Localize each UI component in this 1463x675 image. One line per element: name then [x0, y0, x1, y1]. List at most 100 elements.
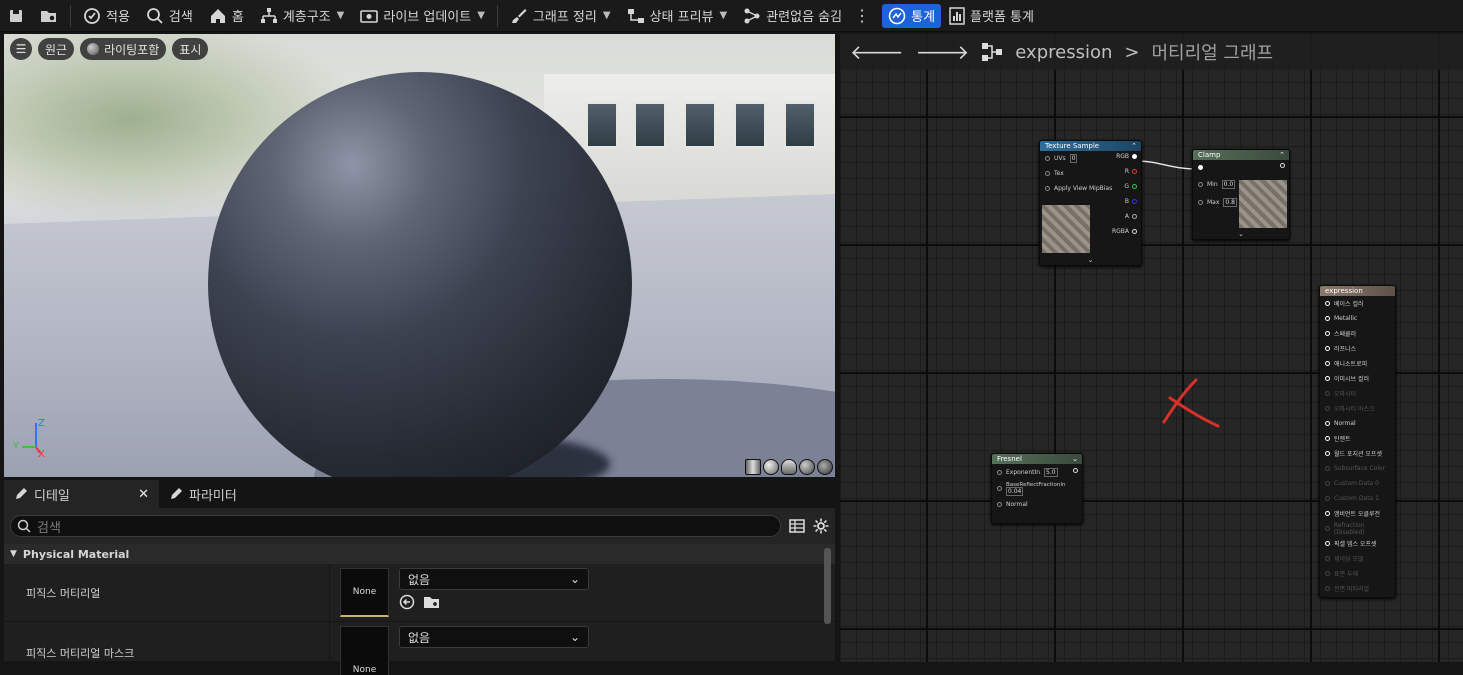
result-input-pin[interactable]: Subsurface Color	[1320, 461, 1395, 476]
output-pin-r[interactable]: R	[1125, 168, 1137, 175]
result-input-pin[interactable]: 오파시티 마스크	[1320, 401, 1395, 416]
plane-shape-icon[interactable]	[781, 459, 797, 475]
result-input-pin[interactable]: 이미시브 컬러	[1320, 371, 1395, 386]
result-input-pin[interactable]: 러프니스	[1320, 341, 1395, 356]
asset-thumbnail[interactable]: None	[340, 568, 389, 617]
node-title: expression	[1320, 286, 1395, 296]
live-update-icon	[360, 9, 379, 23]
lighting-mode-button[interactable]: 라이팅포함	[80, 38, 167, 60]
output-pin-rgba[interactable]: RGBA	[1112, 228, 1137, 235]
result-input-pin[interactable]: 탄젠트	[1320, 431, 1395, 446]
close-icon[interactable]: ✕	[138, 487, 149, 502]
chevron-down-icon[interactable]: ⌄	[1193, 230, 1289, 238]
pin-value[interactable]: 0.0	[1221, 179, 1236, 189]
result-input-pin[interactable]: Metallic	[1320, 311, 1395, 326]
chevron-up-icon[interactable]: ⌃	[1131, 142, 1137, 150]
input-pin[interactable]	[1193, 160, 1289, 175]
pin-label: RGBA	[1111, 228, 1129, 235]
result-input-pin[interactable]: 애니소트로피	[1320, 356, 1395, 371]
output-pin[interactable]	[1280, 163, 1285, 168]
gear-icon[interactable]	[813, 518, 829, 534]
tab-details[interactable]: 디테일 ✕	[4, 480, 159, 508]
pin-socket-icon	[997, 469, 1002, 475]
pin-label: Custom Data 1	[1334, 495, 1379, 502]
cylinder-shape-icon[interactable]	[745, 459, 761, 475]
result-input-pin[interactable]: 전면 머티리얼	[1320, 581, 1395, 596]
output-pin-b[interactable]: B	[1125, 198, 1137, 205]
node-title-label: expression	[1325, 287, 1363, 295]
details-search-input[interactable]: 검색	[10, 515, 781, 537]
sphere-shape-icon[interactable]	[763, 459, 779, 475]
lighting-label: 라이팅포함	[104, 42, 160, 57]
details-scrollbar[interactable]	[824, 548, 831, 624]
result-input-pin[interactable]: 월드 포지션 오프셋	[1320, 446, 1395, 461]
result-input-pin[interactable]: Normal	[1320, 416, 1395, 431]
result-input-pin[interactable]: 베이스 컬러	[1320, 296, 1395, 311]
toolbar-divider	[496, 4, 498, 27]
fresnel-node[interactable]: Fresnel ⌄ ExponentIn 5.0 BaseReflectFract…	[991, 453, 1083, 524]
result-input-pin[interactable]: 표면 두께	[1320, 566, 1395, 581]
property-row: 피직스 머티리얼 마스크 None 없음 ⌄	[4, 622, 835, 675]
clamp-node[interactable]: Clamp ⌃ Min 0.0 Max 0.8 ⌄	[1192, 149, 1290, 240]
pin-value[interactable]: 0.8	[1223, 197, 1237, 207]
result-input-pin[interactable]: Custom Data 0	[1320, 476, 1395, 491]
viewport-menu-button[interactable]: ☰	[10, 38, 32, 60]
section-title: Physical Material	[22, 547, 130, 561]
browse-button[interactable]	[32, 0, 66, 31]
chevron-up-icon[interactable]: ⌃	[1279, 151, 1285, 159]
state-preview-dropdown[interactable]: 상태 프리뷰 ▼	[619, 0, 736, 31]
input-pin[interactable]: Normal	[992, 495, 1082, 513]
result-input-pin[interactable]: 셰이딩 모델	[1320, 551, 1395, 566]
browse-asset-icon[interactable]	[423, 594, 441, 610]
chevron-down-icon[interactable]: ⌄	[1072, 455, 1078, 463]
result-input-pin[interactable]: Custom Data 1	[1320, 491, 1395, 506]
texture-sample-node[interactable]: Texture Sample ⌃ UVs 0 Tex Apply View Mip…	[1039, 140, 1142, 266]
show-button[interactable]: 표시	[172, 38, 209, 60]
node-title-label: Clamp	[1198, 151, 1221, 159]
output-pin[interactable]	[1073, 468, 1078, 473]
result-input-pin[interactable]: 오파시티	[1320, 386, 1395, 401]
output-pin-a[interactable]: A	[1125, 213, 1137, 220]
collapse-arrow-icon: ▼	[10, 549, 17, 559]
pin-socket-icon	[1325, 511, 1330, 516]
section-physical-material[interactable]: ▼ Physical Material	[4, 544, 835, 564]
pin-value[interactable]: 0	[1069, 154, 1078, 163]
use-selected-icon[interactable]	[399, 594, 415, 610]
hide-unrelated-button[interactable]: 관련없음 숨김	[735, 0, 850, 31]
output-pin-rgb[interactable]: RGB	[1116, 153, 1137, 160]
teapot-shape-icon[interactable]	[817, 459, 833, 475]
table-view-icon[interactable]	[789, 518, 805, 534]
result-input-pin[interactable]: 픽셀 뎁스 오프셋	[1320, 536, 1395, 551]
apply-button[interactable]: 적용	[75, 0, 138, 31]
pin-value[interactable]: 5.0	[1044, 467, 1058, 477]
result-input-pin[interactable]: 스페큘러	[1320, 326, 1395, 341]
asset-picker-combo[interactable]: 없음 ⌄	[399, 568, 589, 590]
preview-viewport[interactable]: ☰ 원근 라이팅포함 표시 Z Y X	[4, 34, 835, 477]
cube-shape-icon[interactable]	[799, 459, 815, 475]
graph-cleanup-dropdown[interactable]: 그래프 정리 ▼	[502, 0, 619, 31]
pin-value[interactable]: 0.04	[1006, 487, 1024, 496]
chevron-down-icon[interactable]: ⌄	[1040, 256, 1141, 264]
search-button[interactable]: 검색	[138, 0, 201, 31]
perspective-button[interactable]: 원근	[38, 38, 75, 60]
result-input-pin[interactable]: Refraction (Disabled)	[1320, 521, 1395, 536]
platform-stats-button[interactable]: 플랫폼 통계	[941, 0, 1042, 31]
more-options-button[interactable]: ⋮	[850, 0, 874, 31]
pin-label: G	[1124, 183, 1129, 190]
live-update-dropdown[interactable]: 라이브 업데이트 ▼	[352, 0, 493, 31]
input-pin[interactable]: ExponentIn 5.0	[992, 464, 1082, 480]
input-pin[interactable]: BaseReflectFractionIn 0.04	[992, 482, 1082, 496]
asset-picker-combo[interactable]: 없음 ⌄	[399, 626, 589, 648]
search-placeholder: 검색	[37, 520, 61, 536]
tab-parameters[interactable]: 파라미터	[159, 480, 247, 508]
result-input-pin[interactable]: 앰비언트 오클루전	[1320, 506, 1395, 521]
stats-button[interactable]: 통계	[882, 3, 942, 28]
search-icon	[17, 519, 31, 533]
output-pin-g[interactable]: G	[1124, 183, 1137, 190]
hierarchy-dropdown[interactable]: 계층구조 ▼	[252, 0, 353, 31]
material-graph[interactable]: 🡐 🡒 expression > 머티리얼 그래프 Texture Sample…	[840, 34, 1463, 662]
material-result-node[interactable]: expression 베이스 컬러 Metallic 스페큘러 러프니스 애니소트로피 이…	[1319, 285, 1396, 598]
save-button[interactable]	[0, 0, 32, 31]
home-button[interactable]: 홈	[201, 0, 252, 31]
asset-thumbnail[interactable]: None	[340, 626, 389, 675]
